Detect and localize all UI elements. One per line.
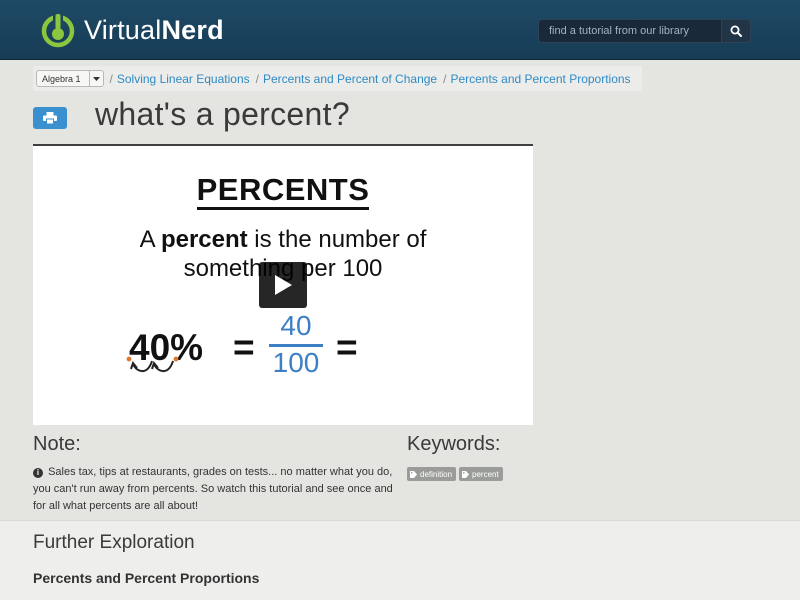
search-bar xyxy=(538,19,751,43)
video-line1-pre: A xyxy=(139,226,161,253)
keyword-tag-definition[interactable]: definition xyxy=(407,467,457,481)
chevron-down-icon xyxy=(88,71,103,86)
power-logo-icon xyxy=(41,13,75,48)
logo-wordmark: VirtualNerd xyxy=(84,15,224,46)
further-exploration-link[interactable]: Percents and Percent Proportions xyxy=(33,570,259,586)
page-title: what's a percent? xyxy=(95,96,350,132)
virtualnerd-logo[interactable]: VirtualNerd xyxy=(40,11,224,49)
breadcrumb-link-percents-and-percent-of-change[interactable]: Percents and Percent of Change xyxy=(263,72,437,86)
play-icon xyxy=(275,275,292,295)
keyword-tag-label: definition xyxy=(420,469,453,479)
note-heading: Note: xyxy=(33,433,81,455)
keyword-tag-percent[interactable]: percent xyxy=(459,467,503,481)
info-icon: i xyxy=(33,468,43,478)
video-line1-bold: percent xyxy=(160,226,248,253)
logo-text-bold: Nerd xyxy=(161,14,224,45)
keywords-list: definition percent xyxy=(407,467,503,481)
decimal-shift-arrows-icon xyxy=(126,356,179,373)
further-exploration-heading: Further Exploration xyxy=(33,532,195,553)
video-player[interactable]: PERCENTS A percent is the number of some… xyxy=(33,144,533,425)
video-heading: PERCENTS xyxy=(33,172,533,210)
video-heading-text: PERCENTS xyxy=(196,172,370,210)
video-fraction-numerator: 40 xyxy=(280,310,312,341)
breadcrumb-link-percents-and-percent-proportions[interactable]: Percents and Percent Proportions xyxy=(450,72,630,86)
breadcrumb-separator: / xyxy=(443,71,447,86)
print-button[interactable] xyxy=(33,107,67,129)
printer-icon xyxy=(43,112,57,124)
keywords-heading: Keywords: xyxy=(407,433,501,455)
search-button[interactable] xyxy=(721,19,751,43)
search-input[interactable] xyxy=(538,19,721,43)
further-exploration-section: Further Exploration Percents and Percent… xyxy=(0,520,800,600)
search-icon xyxy=(730,25,742,37)
video-line1-post: is the number of xyxy=(247,226,427,253)
video-fraction-denominator: 100 xyxy=(272,347,320,378)
subject-select[interactable]: Algebra 1 xyxy=(36,70,104,87)
breadcrumb-separator: / xyxy=(255,71,259,86)
video-equals-sign: = xyxy=(336,327,358,368)
video-equals-sign: = xyxy=(233,327,255,368)
tag-icon xyxy=(410,470,417,478)
keyword-tag-label: percent xyxy=(472,469,499,479)
play-button[interactable] xyxy=(259,262,307,308)
site-header: VirtualNerd xyxy=(0,0,800,60)
subject-select-value: Algebra 1 xyxy=(42,73,81,84)
tag-icon xyxy=(462,470,470,478)
breadcrumb-separator: / xyxy=(109,71,113,86)
logo-text-light: Virtual xyxy=(84,14,162,45)
breadcrumb: Algebra 1 / Solving Linear Equations / P… xyxy=(33,66,642,91)
note-text: i Sales tax, tips at restaurants, grades… xyxy=(33,464,393,515)
video-definition-line-1: A percent is the number of xyxy=(33,226,533,254)
breadcrumb-link-solving-linear-equations[interactable]: Solving Linear Equations xyxy=(117,72,250,86)
note-body: Sales tax, tips at restaurants, grades o… xyxy=(33,466,393,512)
